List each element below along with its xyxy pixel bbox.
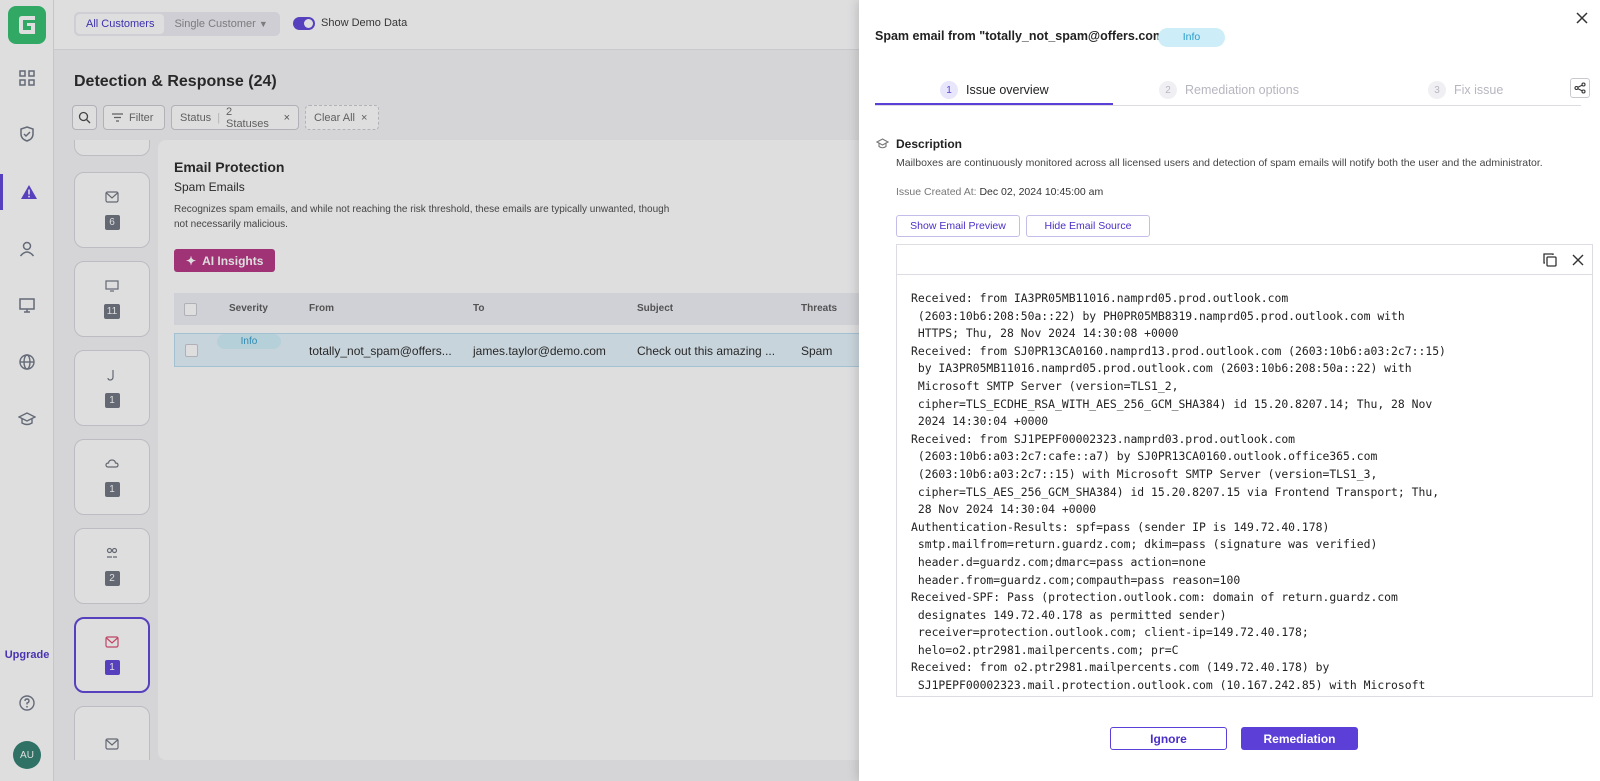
description-text: Mailboxes are continuously monitored acr… <box>896 157 1543 169</box>
created-at-label: Issue Created At: <box>896 186 977 198</box>
tab-issue-overview[interactable]: 1 Issue overview <box>940 74 1049 106</box>
close-icon <box>1572 254 1584 266</box>
email-source-text[interactable]: Received: from IA3PR05MB11016.namprd05.p… <box>911 290 1591 694</box>
remediation-button[interactable]: Remediation <box>1241 727 1358 750</box>
drawer-title: Spam email from "totally_not_spam@offers… <box>875 29 1170 43</box>
email-source-viewer: Received: from IA3PR05MB11016.namprd05.p… <box>896 244 1593 697</box>
issue-created-at: Issue Created At: Dec 02, 2024 10:45:00 … <box>896 186 1103 198</box>
severity-badge: Info <box>1158 28 1225 47</box>
graduation-cap-icon <box>876 138 889 149</box>
source-toolbar <box>897 245 1592 275</box>
step-label: Fix issue <box>1454 83 1504 97</box>
close-icon <box>1576 12 1588 24</box>
close-source-button[interactable] <box>1570 252 1586 268</box>
step-number: 1 <box>940 81 958 99</box>
active-step-indicator <box>875 103 1113 105</box>
close-drawer-button[interactable] <box>1574 10 1590 26</box>
share-icon <box>1574 82 1586 94</box>
step-number: 2 <box>1159 81 1177 99</box>
copy-icon <box>1543 253 1557 267</box>
tab-fix-issue[interactable]: 3 Fix issue <box>1428 74 1503 106</box>
step-number: 3 <box>1428 81 1446 99</box>
stepper: 1 Issue overview 2 Remediation options 3… <box>875 74 1581 106</box>
issue-drawer: Spam email from "totally_not_spam@offers… <box>859 0 1600 781</box>
created-at-value: Dec 02, 2024 10:45:00 am <box>979 186 1104 198</box>
step-label: Issue overview <box>966 83 1049 97</box>
tab-remediation-options[interactable]: 2 Remediation options <box>1159 74 1299 106</box>
share-button[interactable] <box>1570 78 1590 98</box>
description-heading: Description <box>896 137 963 151</box>
step-label: Remediation options <box>1185 83 1299 97</box>
ignore-button[interactable]: Ignore <box>1110 727 1227 750</box>
copy-button[interactable] <box>1542 252 1558 268</box>
show-email-preview-button[interactable]: Show Email Preview <box>896 215 1020 237</box>
hide-email-source-button[interactable]: Hide Email Source <box>1026 215 1150 237</box>
modal-backdrop[interactable] <box>0 0 860 781</box>
